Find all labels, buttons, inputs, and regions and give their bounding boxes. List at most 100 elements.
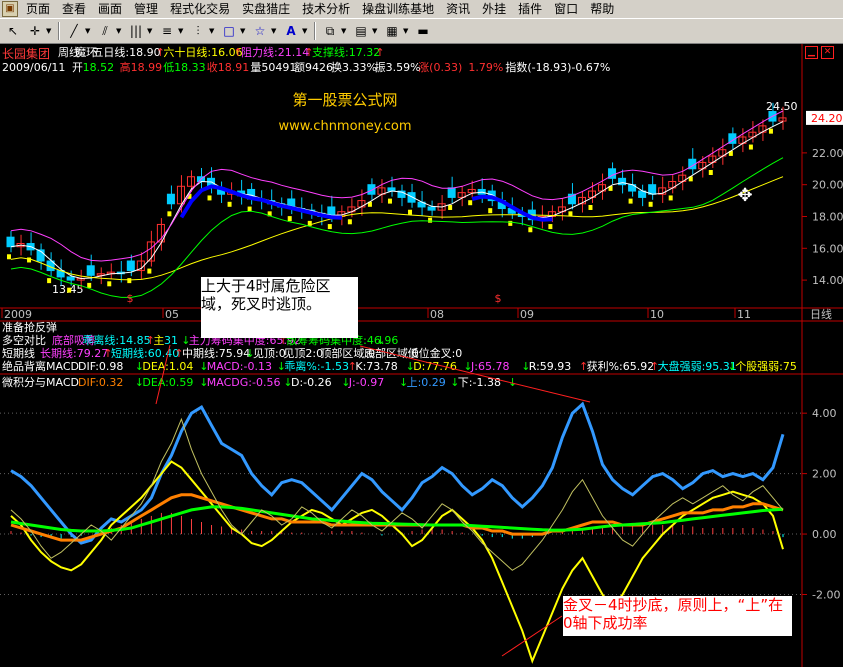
dropdown-arrow-icon[interactable]: ▼ — [85, 27, 91, 35]
row-jueping-14: R:59.93 — [529, 360, 572, 373]
line-icon[interactable]: ╱ — [65, 22, 83, 40]
header2-7: 额9426 — [294, 61, 333, 74]
ind-label-3: -2.00 — [812, 588, 840, 601]
month-label-0: 2009 — [4, 308, 32, 321]
dropdown-arrow-icon[interactable]: ▼ — [147, 27, 153, 35]
row-duanqi-6: 见顶:0 — [253, 347, 286, 360]
header2-8: 换3.33% — [331, 60, 377, 74]
row-jueping-16: 获利%:65.92 — [587, 360, 655, 373]
support-dot-12 — [127, 278, 132, 284]
star-icon[interactable]: ☆ — [251, 22, 269, 40]
menu-item-6[interactable]: 技术分析 — [296, 0, 356, 18]
close-icon[interactable]: ✕ — [821, 46, 834, 59]
row-weiji-4: MACDG:-0.56 — [207, 376, 281, 389]
app-logo-icon[interactable]: ▣ — [2, 1, 18, 17]
row-duokong-4: 31 — [164, 334, 178, 347]
header2-1: 开 — [72, 61, 83, 74]
price-label-0: 14.00 — [812, 274, 843, 287]
rect-icon[interactable]: □ — [220, 22, 238, 40]
stock-name[interactable]: 长园集团 — [2, 45, 50, 62]
menu-item-8[interactable]: 资讯 — [440, 0, 476, 18]
palette-icon[interactable]: ▦ — [383, 22, 401, 40]
ray-icon[interactable]: ⫽ — [96, 22, 114, 40]
copy-icon[interactable]: ⧉ — [321, 22, 339, 40]
header2-6: 量50491 — [250, 61, 296, 74]
dropdown-arrow-icon[interactable]: ▼ — [209, 27, 215, 35]
dropdown-arrow-icon[interactable]: ▼ — [341, 27, 347, 35]
pointer-icon[interactable]: ↖ — [4, 22, 22, 40]
header1-9: ↑ — [375, 46, 384, 59]
candle-44 — [447, 187, 456, 198]
menu-item-1[interactable]: 查看 — [56, 0, 92, 18]
support-line — [10, 157, 784, 298]
ma-five-line — [10, 121, 784, 280]
menu-item-12[interactable]: 帮助 — [584, 0, 620, 18]
dropdown-arrow-icon[interactable]: ▼ — [302, 27, 308, 35]
support-dot-38 — [387, 198, 392, 204]
menu-item-0[interactable]: 页面 — [20, 0, 56, 18]
table-icon[interactable]: ||| — [127, 22, 145, 40]
box-icon[interactable]: ▤ — [352, 22, 370, 40]
row-jueping-8: K:73.78 — [355, 360, 397, 373]
support-dot-52 — [528, 227, 533, 233]
sell-marker-0: $ — [127, 292, 134, 305]
candle-12 — [126, 260, 135, 272]
last-price-label: 24.20 — [811, 112, 843, 125]
menu-item-10[interactable]: 插件 — [512, 0, 548, 18]
menu-item-11[interactable]: 窗口 — [548, 0, 584, 18]
chart-icon[interactable]: ≡ — [158, 22, 176, 40]
dropdown-arrow-icon[interactable]: ▼ — [372, 27, 378, 35]
dropdown-arrow-icon[interactable]: ▼ — [178, 27, 184, 35]
toolbar-separator — [58, 22, 60, 40]
cross-icon[interactable]: ✛ — [26, 22, 44, 40]
sell-marker-1: $ — [495, 292, 502, 305]
dropdown-arrow-icon[interactable]: ▼ — [403, 27, 409, 35]
annotation-bottom: 金叉－4时抄底，原则上，“上”在0轴下成功率 — [563, 596, 792, 636]
toolbar-separator — [314, 22, 316, 40]
row-name-1: 多空对比 — [2, 333, 46, 347]
support-dot-46 — [468, 200, 473, 206]
header2-12: 指数(-18.93)-0.67% — [505, 60, 610, 74]
save-icon[interactable]: ▬ — [414, 22, 432, 40]
dropdown-arrow-icon[interactable]: ▼ — [271, 27, 277, 35]
row-name-3: 绝品背离MACD — [2, 359, 79, 373]
menu-item-2[interactable]: 画面 — [92, 0, 128, 18]
row-weiji-6: D:-0.26 — [291, 376, 332, 389]
support-dot-6 — [67, 287, 72, 293]
menu-item-4[interactable]: 程式化交易 — [164, 0, 236, 18]
menu-item-3[interactable]: 管理 — [128, 0, 164, 18]
dropdown-arrow-icon[interactable]: ▼ — [116, 27, 122, 35]
dropdown-arrow-icon[interactable]: ▼ — [46, 27, 52, 35]
menu-item-5[interactable]: 实盘猎庄 — [236, 0, 296, 18]
row-jueping-2: DEA:1.04 — [142, 360, 193, 373]
month-label-4: 08 — [430, 308, 444, 321]
watermark-title: 第一股票公式网 — [292, 91, 397, 109]
header2-9: 振3.59% — [375, 60, 421, 74]
period-label: 日线 — [810, 307, 832, 321]
stock-chart[interactable]: 周线魔环五日线:18.90↑六十日线:16.06↑阻力线:21.14↑支撑线:1… — [0, 44, 843, 667]
row-weiji-2: DEA:0.59 — [142, 376, 193, 389]
header1-6: 阻力线:21.14 — [241, 45, 309, 59]
pattern-icon[interactable]: ⫶ — [189, 22, 207, 40]
header2-10: 涨(0.33) — [418, 61, 462, 74]
text-icon[interactable]: A — [282, 22, 300, 40]
row-jueping-4: MACD:-0.13 — [207, 360, 272, 373]
month-label-5: 09 — [520, 308, 534, 321]
header1-8: 支撑线:17.32 — [312, 45, 380, 59]
candle-42 — [427, 206, 436, 211]
menu-item-7[interactable]: 操盘训练基地 — [356, 0, 440, 18]
ma-sixty-line — [10, 176, 784, 281]
support-dot-70 — [708, 169, 713, 175]
row-jueping-18: 大盘强弱:95.31 — [658, 359, 737, 373]
ind-label-2: 0.00 — [812, 528, 837, 541]
row-jueping-0: DIF:0.98 — [78, 360, 123, 373]
support-dot-16 — [167, 211, 172, 217]
row-name-2: 短期线 — [2, 346, 35, 360]
price-label-2: 18.00 — [812, 210, 843, 223]
dropdown-arrow-icon[interactable]: ▼ — [240, 27, 246, 35]
drawing-toolbar: ↖ ✛ ▼ ╱ ▼ ⫽ ▼ ||| ▼ ≡ ▼ ⫶ ▼ □ ▼ ☆ ▼ A ▼ ⧉ ▼ ▤ ▼ ▦ ▼ ▬ — [0, 18, 843, 44]
candle-0 — [6, 236, 15, 248]
minimize-icon[interactable]: ▁ — [805, 46, 818, 59]
header1-4: 六十日线:16.06 — [163, 45, 242, 59]
menu-item-9[interactable]: 外挂 — [476, 0, 512, 18]
